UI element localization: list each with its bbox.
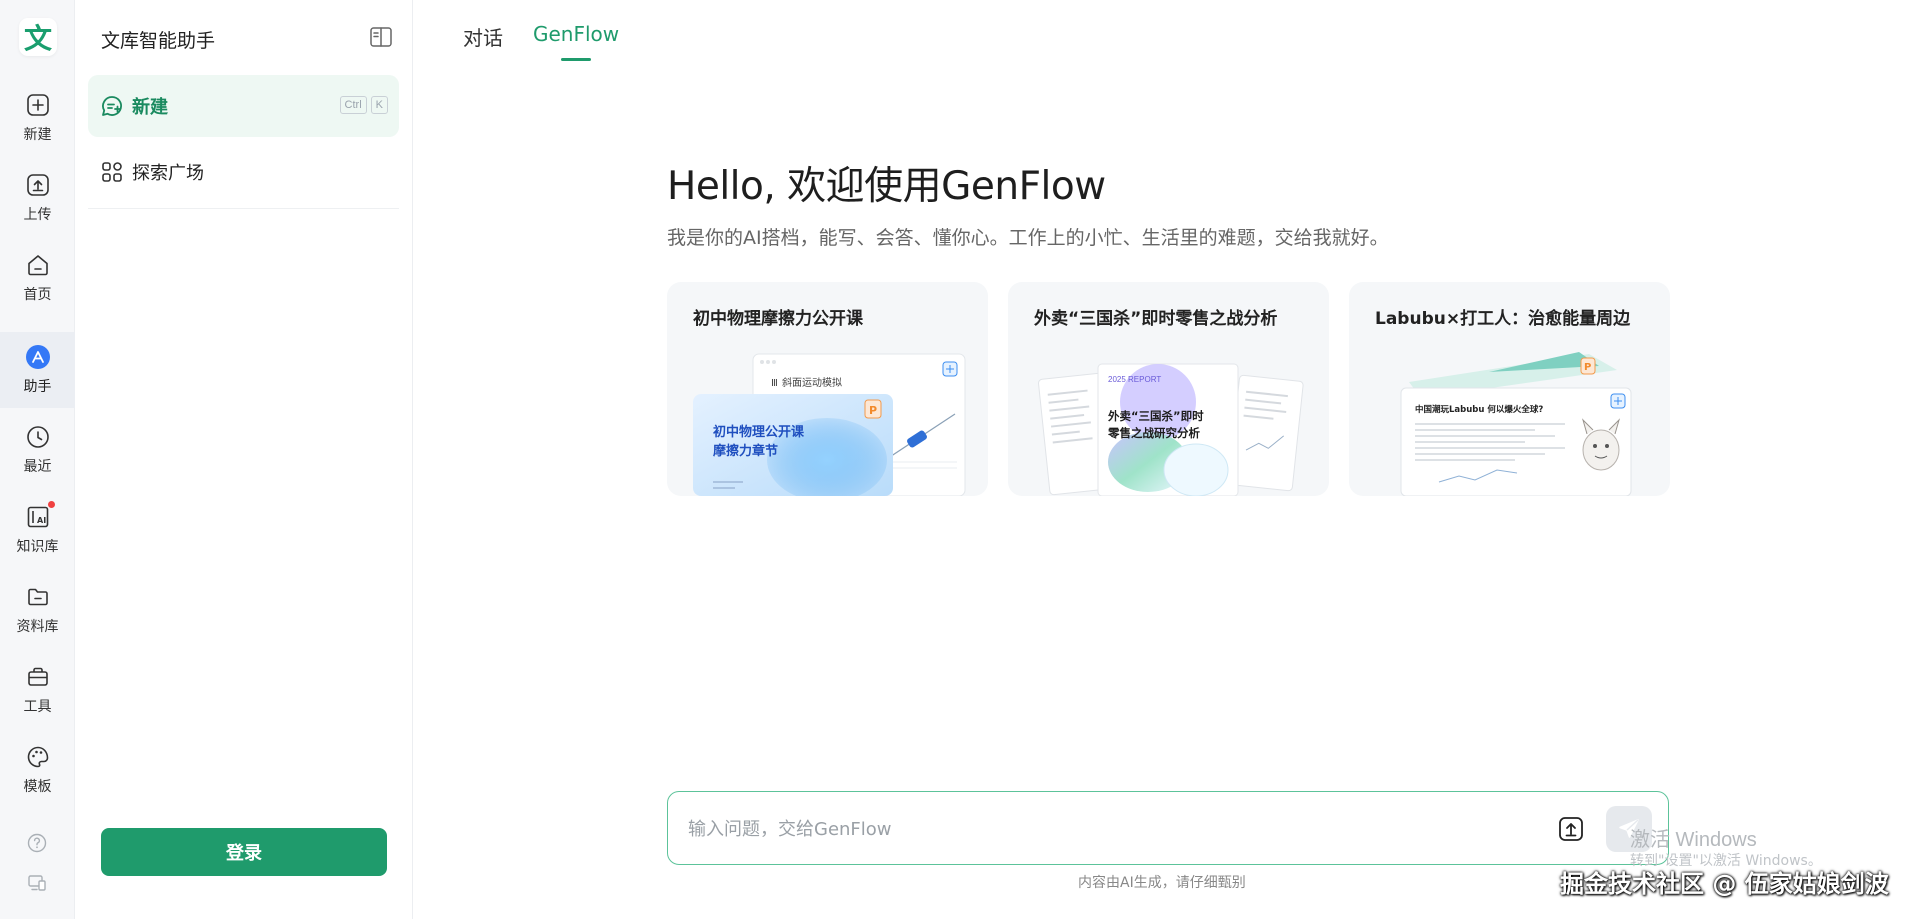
rail-item-knowledge[interactable]: AI 知识库 bbox=[0, 492, 75, 568]
card-preview-image: Ⅲ 斜面运动模拟 P 初中物理公开课 摩擦力章节 bbox=[667, 342, 988, 496]
rail-label: 最近 bbox=[23, 459, 52, 475]
card-title: Labubu×打工人：治愈能量周边 bbox=[1375, 309, 1631, 329]
rail-label: 新建 bbox=[23, 127, 52, 143]
explore-plaza-label: 探索广场 bbox=[132, 163, 204, 184]
palette-icon bbox=[25, 744, 51, 770]
welcome-subtitle: 我是你的AI搭档，能写、会答、懂你心。工作上的小忙、生活里的难题，交给我就好。 bbox=[667, 227, 1389, 249]
toolbox-icon bbox=[25, 664, 51, 690]
clock-icon bbox=[25, 424, 51, 450]
card-preview-image: P 中国潮玩Labubu 何以爆火全球? bbox=[1349, 342, 1670, 496]
icon-rail: 文 新建 上传 首页 助手 最近 AI 知识库 资料库 工具 模板 bbox=[0, 0, 75, 919]
logo-char: 文 bbox=[23, 22, 52, 55]
folder-icon bbox=[25, 584, 51, 610]
sidebar-collapse-icon[interactable] bbox=[369, 26, 393, 48]
watermark: 掘金技术社区 @ 伍家姑娘剑波 bbox=[1560, 870, 1889, 898]
rail-item-library[interactable]: 资料库 bbox=[0, 572, 75, 648]
divider bbox=[88, 208, 399, 209]
login-button[interactable]: 登录 bbox=[101, 828, 387, 876]
rail-label: 工具 bbox=[23, 699, 52, 715]
rail-item-new[interactable]: 新建 bbox=[0, 80, 75, 156]
svg-text:Ⅲ: Ⅲ bbox=[771, 378, 778, 389]
svg-text:P: P bbox=[869, 404, 877, 417]
shortcut-hint: Ctrl K bbox=[339, 96, 388, 114]
ai-disclaimer: 内容由AI生成，请仔细甄别 bbox=[1078, 875, 1246, 891]
prompt-input[interactable] bbox=[688, 814, 1568, 844]
rail-label: 知识库 bbox=[16, 539, 59, 555]
rail-item-assistant[interactable]: 助手 bbox=[0, 332, 75, 408]
tab-chat[interactable]: 对话 bbox=[463, 22, 503, 61]
rail-label: 首页 bbox=[23, 287, 52, 303]
upload-icon bbox=[25, 172, 51, 198]
sidebar-title: 文库智能助手 bbox=[101, 30, 216, 52]
card-preview-line: 外卖“三国杀”即时 bbox=[1107, 409, 1204, 423]
rail-item-upload[interactable]: 上传 bbox=[0, 160, 75, 236]
example-card-delivery[interactable]: 外卖“三国杀”即时零售之战分析 2025 REPORT 外卖“三国杀”即时 零售… bbox=[1008, 282, 1329, 496]
upload-file-icon[interactable] bbox=[1556, 814, 1586, 844]
card-preview-line: 零售之战研究分析 bbox=[1107, 426, 1200, 440]
card-preview-line: 初中物理公开课 bbox=[713, 424, 805, 440]
card-preview-year: 2025 REPORT bbox=[1108, 375, 1161, 384]
device-icon[interactable] bbox=[26, 872, 48, 894]
rail-item-home[interactable]: 首页 bbox=[0, 240, 75, 316]
rail-label: 上传 bbox=[23, 207, 52, 223]
assistant-icon bbox=[25, 344, 51, 370]
example-card-labubu[interactable]: Labubu×打工人：治愈能量周边 P 中国潮玩Labubu 何以爆火全球? bbox=[1349, 282, 1670, 496]
rail-label: 资料库 bbox=[16, 619, 59, 635]
example-card-physics[interactable]: 初中物理摩擦力公开课 Ⅲ 斜面运动模拟 P 初中物理公开课 摩擦力章节 bbox=[667, 282, 988, 496]
kbd-key: K bbox=[370, 96, 388, 114]
home-icon bbox=[25, 252, 51, 278]
prompt-input-box bbox=[667, 791, 1669, 865]
card-title: 初中物理摩擦力公开课 bbox=[693, 309, 863, 329]
knowledge-icon: AI bbox=[25, 501, 55, 530]
new-chat-button[interactable]: 新建 Ctrl K bbox=[88, 75, 399, 137]
notification-dot bbox=[47, 501, 55, 508]
grid-icon bbox=[100, 160, 124, 184]
card-preview-doc-title: 中国潮玩Labubu 何以爆火全球? bbox=[1415, 404, 1543, 415]
help-icon[interactable] bbox=[26, 832, 48, 854]
new-chat-label: 新建 bbox=[132, 97, 168, 118]
sidebar: 文库智能助手 新建 Ctrl K 探索广场 登录 bbox=[75, 0, 413, 919]
rail-item-tools[interactable]: 工具 bbox=[0, 652, 75, 728]
rail-label: 模板 bbox=[23, 779, 52, 795]
tab-genflow[interactable]: GenFlow bbox=[533, 22, 619, 61]
welcome-heading: Hello, 欢迎使用GenFlow bbox=[667, 164, 1106, 209]
plus-icon bbox=[25, 92, 51, 118]
rail-label: 助手 bbox=[23, 379, 52, 395]
windows-activation-title: 激活 Windows bbox=[1630, 829, 1757, 851]
card-preview-image: 2025 REPORT 外卖“三国杀”即时 零售之战研究分析 bbox=[1008, 342, 1329, 496]
card-preview-doc-title: 斜面运动模拟 bbox=[782, 376, 842, 389]
app-logo[interactable]: 文 bbox=[19, 18, 57, 56]
svg-text:P: P bbox=[1584, 362, 1591, 373]
card-preview-line: 摩擦力章节 bbox=[713, 443, 778, 459]
svg-text:AI: AI bbox=[37, 516, 46, 525]
rail-item-templates[interactable]: 模板 bbox=[0, 732, 75, 808]
card-title: 外卖“三国杀”即时零售之战分析 bbox=[1034, 309, 1278, 329]
kbd-key: Ctrl bbox=[339, 96, 367, 114]
chat-plus-icon bbox=[100, 94, 124, 118]
mode-tabs: 对话 GenFlow bbox=[463, 22, 619, 61]
explore-plaza-item[interactable]: 探索广场 bbox=[88, 146, 399, 198]
rail-item-recent[interactable]: 最近 bbox=[0, 412, 75, 488]
